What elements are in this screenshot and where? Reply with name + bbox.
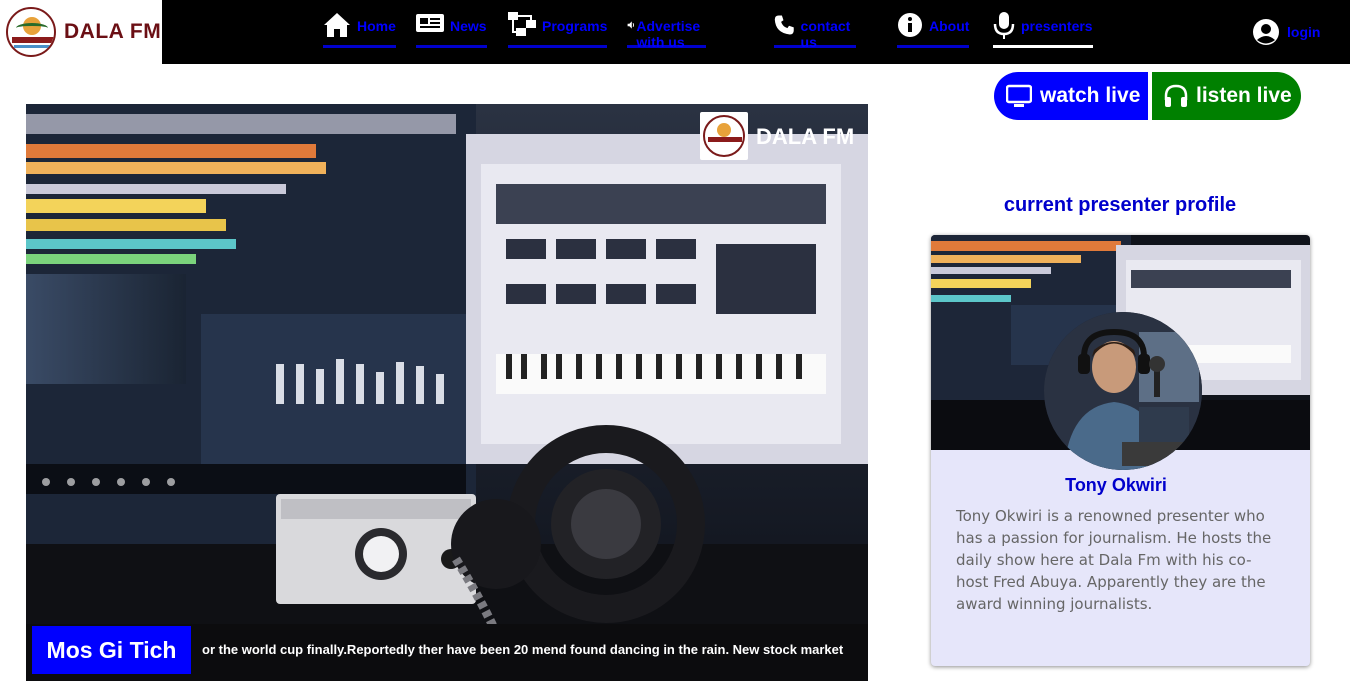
presenter-avatar bbox=[1044, 312, 1202, 470]
news-ticker: Mos Gi Tich or the world cup finally.Rep… bbox=[26, 624, 868, 681]
listen-live-button[interactable]: listen live bbox=[1152, 72, 1301, 120]
user-circle-icon bbox=[1253, 19, 1279, 45]
watch-live-label: watch live bbox=[1040, 84, 1141, 107]
profile-heading: current presenter profile bbox=[1003, 194, 1237, 216]
sitemap-icon bbox=[508, 12, 536, 36]
dala-fm-logo bbox=[6, 7, 56, 57]
brand-name: DALA FM bbox=[64, 20, 162, 43]
presenter-name: Tony Okwiri bbox=[1065, 475, 1167, 495]
hero-brand-name: DALA FM bbox=[756, 124, 855, 149]
phone-icon bbox=[774, 15, 794, 35]
headphones-icon bbox=[1164, 84, 1188, 107]
nav-about-label: About bbox=[929, 18, 970, 34]
presenter-card: Tony Okwiri Tony Okwiri is a renowned pr… bbox=[931, 235, 1310, 666]
info-icon bbox=[898, 13, 922, 37]
hero-banner: DALA FM Mos Gi Tich or the world cup fin… bbox=[26, 104, 868, 681]
presenter-photo bbox=[1044, 312, 1202, 470]
nav-about[interactable]: About bbox=[897, 12, 970, 48]
ticker-label[interactable]: Mos Gi Tich bbox=[32, 626, 191, 674]
nav-presenters[interactable]: presenters bbox=[993, 12, 1093, 48]
nav-news[interactable]: News bbox=[416, 12, 487, 48]
nav-programs-label: Programs bbox=[542, 18, 608, 34]
speaker-icon bbox=[627, 21, 635, 29]
home-icon bbox=[324, 13, 350, 37]
nav-home[interactable]: Home bbox=[323, 12, 396, 48]
login-link[interactable]: login bbox=[1253, 19, 1320, 45]
ticker-text: or the world cup finally.Reportedly ther… bbox=[202, 642, 844, 657]
login-label: login bbox=[1287, 24, 1321, 40]
newspaper-icon bbox=[416, 14, 444, 32]
studio-equipment-image bbox=[26, 104, 868, 681]
hero-dala-fm-logo bbox=[700, 112, 748, 160]
nav-home-label: Home bbox=[357, 18, 396, 34]
brand[interactable]: DALA FM bbox=[0, 0, 162, 64]
nav-advertise-label: Advertise with us bbox=[636, 18, 701, 50]
monitor-icon bbox=[1006, 84, 1032, 107]
nav-news-label: News bbox=[450, 18, 487, 34]
listen-live-label: listen live bbox=[1196, 84, 1292, 107]
nav-presenters-label: presenters bbox=[1021, 18, 1093, 34]
watch-live-button[interactable]: watch live bbox=[994, 72, 1148, 120]
nav-contact-label: contact us bbox=[800, 18, 851, 50]
top-navbar: DALA FM Home News Programs Advertise wit… bbox=[0, 0, 1350, 64]
nav-contact[interactable]: contact us bbox=[774, 12, 856, 50]
microphone-icon bbox=[993, 12, 1015, 39]
nav-advertise[interactable]: Advertise with us bbox=[627, 12, 706, 50]
presenter-bio: Tony Okwiri is a renowned presenter who … bbox=[956, 507, 1272, 613]
nav-programs[interactable]: Programs bbox=[508, 12, 608, 48]
